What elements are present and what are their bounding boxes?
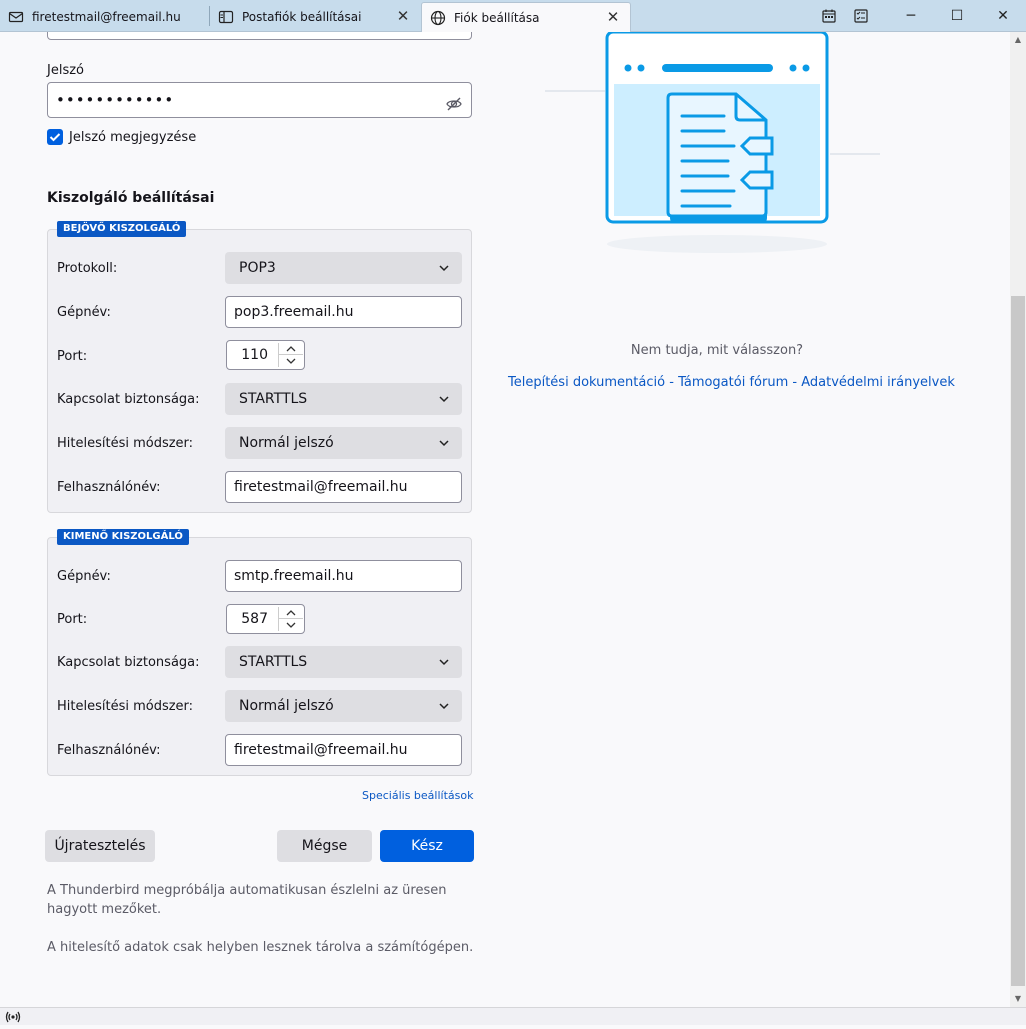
- auth-label: Hitelesítési módszer:: [57, 436, 194, 451]
- document-illustration: [540, 32, 900, 262]
- protocol-select[interactable]: POP3: [225, 252, 462, 284]
- autodetect-hint: A Thunderbird megpróbálja automatikusan …: [47, 883, 447, 917]
- incoming-server-legend: BEJÖVŐ KISZOLGÁLÓ: [57, 221, 187, 237]
- scroll-thumb[interactable]: [1011, 296, 1025, 986]
- decrement-icon[interactable]: [279, 355, 303, 367]
- security-label: Kapcsolat biztonsága:: [57, 392, 200, 407]
- maximize-button[interactable]: ☐: [934, 0, 980, 32]
- eye-slash-icon[interactable]: [445, 91, 463, 111]
- close-window-button[interactable]: ✕: [980, 0, 1026, 32]
- hostname-label: Gépnév:: [57, 305, 111, 320]
- retest-button[interactable]: Újratesztelés: [45, 830, 155, 862]
- email-field[interactable]: [47, 32, 472, 40]
- increment-icon[interactable]: [279, 607, 303, 619]
- account-setup-page: Jelszó •••••••••••• Jelszó megjegyzése K…: [0, 32, 1010, 1007]
- mail-icon: [8, 9, 24, 25]
- tab-account-setup[interactable]: Fiók beállítása ✕: [421, 2, 631, 32]
- privacy-policy-link[interactable]: Adatvédelmi irányelvek: [801, 375, 955, 390]
- vertical-scrollbar[interactable]: ▲ ▼: [1010, 32, 1026, 1007]
- increment-icon[interactable]: [279, 343, 303, 355]
- help-question: Nem tudja, mit válasszon?: [630, 343, 804, 358]
- decrement-icon[interactable]: [279, 619, 303, 631]
- tab-label: firetestmail@freemail.hu: [32, 10, 181, 24]
- outgoing-server-legend: KIMENŐ KISZOLGÁLÓ: [57, 529, 189, 545]
- scroll-up-icon[interactable]: ▲: [1010, 32, 1026, 48]
- incoming-security-select[interactable]: STARTTLS: [225, 383, 462, 415]
- incoming-hostname-input[interactable]: pop3.freemail.hu: [225, 296, 462, 328]
- incoming-port-stepper[interactable]: 110: [226, 340, 305, 370]
- username-label: Felhasználónév:: [57, 743, 161, 758]
- local-storage-hint: A hitelesítő adatok csak helyben lesznek…: [47, 940, 474, 955]
- close-icon[interactable]: ✕: [606, 10, 620, 25]
- tasks-icon[interactable]: [838, 0, 884, 32]
- outgoing-username-input[interactable]: firetestmail@freemail.hu: [225, 734, 462, 766]
- tab-label: Fiók beállítása: [454, 10, 540, 25]
- done-button[interactable]: Kész: [380, 830, 474, 862]
- install-docs-link[interactable]: Telepítési dokumentáció: [508, 375, 665, 390]
- cancel-button[interactable]: Mégse: [277, 830, 372, 862]
- chevron-down-icon: [439, 440, 449, 447]
- globe-icon: [430, 10, 446, 26]
- password-field[interactable]: ••••••••••••: [47, 82, 472, 118]
- port-label: Port:: [57, 349, 88, 364]
- remember-password-checkbox[interactable]: [47, 129, 63, 145]
- outgoing-auth-select[interactable]: Normál jelszó: [225, 690, 462, 722]
- advanced-settings-link[interactable]: Speciális beállítások: [362, 789, 473, 802]
- remember-password-label: Jelszó megjegyzése: [69, 130, 197, 145]
- tab-strip: firetestmail@freemail.hu Postafiók beáll…: [0, 0, 1026, 32]
- password-value: ••••••••••••: [56, 91, 175, 109]
- close-icon[interactable]: ✕: [396, 9, 410, 24]
- incoming-username-input[interactable]: firetestmail@freemail.hu: [225, 471, 462, 503]
- protocol-label: Protokoll:: [57, 261, 118, 276]
- tab-account-settings[interactable]: Postafiók beállításai ✕: [210, 2, 420, 32]
- online-status-icon[interactable]: [5, 1009, 21, 1029]
- account-settings-icon: [218, 9, 234, 25]
- auth-label: Hitelesítési módszer:: [57, 699, 194, 714]
- chevron-down-icon: [439, 703, 449, 710]
- security-label: Kapcsolat biztonsága:: [57, 655, 200, 670]
- tab-label: Postafiók beállításai: [242, 10, 362, 24]
- outgoing-security-select[interactable]: STARTTLS: [225, 646, 462, 678]
- port-label: Port:: [57, 612, 88, 627]
- chevron-down-icon: [439, 265, 449, 272]
- outgoing-hostname-input[interactable]: smtp.freemail.hu: [225, 560, 462, 592]
- outgoing-port-stepper[interactable]: 587: [226, 604, 305, 634]
- help-links: Telepítési dokumentáció - Támogatói fóru…: [508, 375, 955, 390]
- tab-inbox[interactable]: firetestmail@freemail.hu: [0, 2, 208, 32]
- hostname-label: Gépnév:: [57, 569, 111, 584]
- minimize-button[interactable]: ─: [888, 0, 934, 32]
- incoming-auth-select[interactable]: Normál jelszó: [225, 427, 462, 459]
- support-forum-link[interactable]: Támogatói fórum: [678, 375, 788, 390]
- status-bar: [0, 1007, 1026, 1025]
- scroll-down-icon[interactable]: ▼: [1010, 991, 1026, 1007]
- server-settings-heading: Kiszolgáló beállításai: [47, 190, 215, 206]
- chevron-down-icon: [439, 659, 449, 666]
- chevron-down-icon: [439, 396, 449, 403]
- username-label: Felhasználónév:: [57, 480, 161, 495]
- password-label: Jelszó: [47, 63, 84, 78]
